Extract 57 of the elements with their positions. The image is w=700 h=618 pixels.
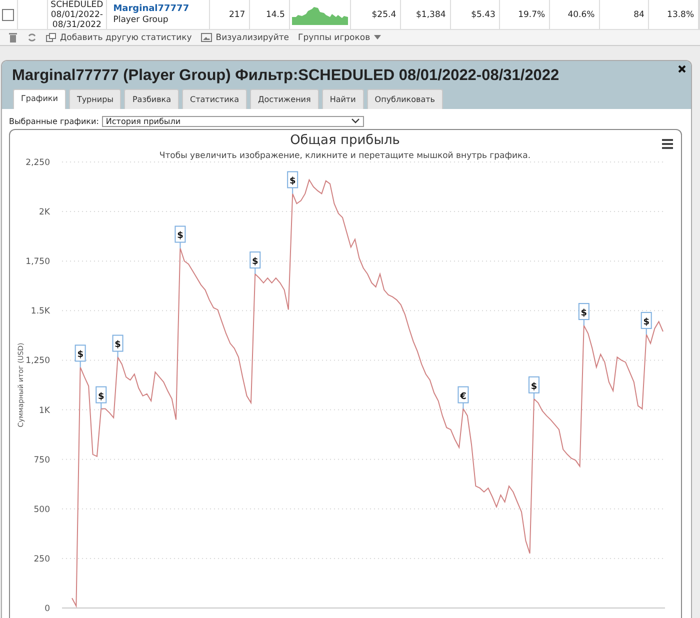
stat-value: $1,384 [416, 10, 446, 20]
filter-text: SCHEDULED 08/01/2022-08/31/2022 [50, 0, 104, 30]
annotation: $ [252, 256, 258, 267]
stat-value: $25.4 [372, 10, 396, 20]
stat-value: 19.7% [518, 10, 546, 20]
tab[interactable]: Найти [322, 89, 364, 109]
tab[interactable]: Достижения [250, 89, 319, 109]
annotation: $ [177, 231, 184, 242]
annotation: $ [289, 176, 296, 187]
chart-title: Общая прибыль [290, 133, 400, 148]
chart-select[interactable]: История прибыли [102, 116, 364, 126]
stat-value: 217 [228, 10, 246, 20]
stat-value: 13.8% [667, 10, 694, 20]
tab[interactable]: Турниры [68, 89, 122, 109]
sparkline-drawing [292, 4, 348, 24]
trash-icon[interactable] [8, 32, 18, 43]
y-tick-label: 0 [44, 604, 50, 614]
y-tick-label: 2K [39, 208, 50, 218]
row-checkbox[interactable] [2, 8, 14, 20]
y-tick-label: 1K [39, 406, 50, 416]
annotation: $ [98, 392, 104, 402]
chart-subtitle: Чтобы увеличить изображение, кликните и перетащите мышкой внутрь графика. [159, 151, 531, 161]
refresh-icon[interactable] [27, 32, 37, 43]
close-icon[interactable] [678, 65, 686, 73]
stat-value: $5.43 [471, 10, 496, 20]
annotation: $ [643, 317, 650, 328]
caret-icon [374, 35, 382, 40]
y-tick-label: 500 [34, 504, 50, 515]
stat-value: 14.5 [266, 10, 285, 20]
annotation: $ [530, 382, 538, 392]
tab[interactable]: Опубликовать [366, 89, 444, 109]
y-tick-label: 1.5K [30, 306, 50, 317]
annotation: € [459, 392, 466, 402]
chart-select-label: Выбранные графики: [9, 116, 99, 126]
y-tick-label: 250 [34, 554, 50, 564]
y-tick-label: 2,250 [26, 158, 50, 168]
stat-value: 40.6% [568, 10, 595, 20]
annotation: $ [77, 350, 84, 360]
annotation: $ [580, 308, 588, 319]
annotation: $ [114, 340, 121, 350]
visualize-link[interactable]: Визуализируйте [216, 32, 290, 42]
add-stat-link[interactable]: Добавить другую статистику [60, 32, 192, 42]
copy-icon [46, 33, 56, 42]
tab[interactable]: Графики [13, 89, 66, 109]
tab[interactable]: Статистика [182, 89, 248, 109]
y-tick-label: 1,250 [26, 356, 50, 366]
tab[interactable]: Разбивка [124, 89, 180, 109]
player-groups-link[interactable]: Группы игроков [298, 32, 370, 42]
stat-value: 84 [634, 10, 644, 20]
menu-icon[interactable] [662, 139, 673, 149]
chevron-down-icon [350, 118, 360, 124]
image-icon [200, 33, 212, 42]
player-link[interactable]: Marginal77777 [113, 4, 190, 14]
y-tick-label: 750 [34, 455, 50, 466]
dialog-title: Marginal77777 (Player Group) Фильтр:SCHEDULED 08/01/2022-08/31/2022 [12, 67, 560, 85]
y-tick-label: 1,750 [26, 257, 50, 268]
group-text: Player Group [113, 14, 168, 26]
